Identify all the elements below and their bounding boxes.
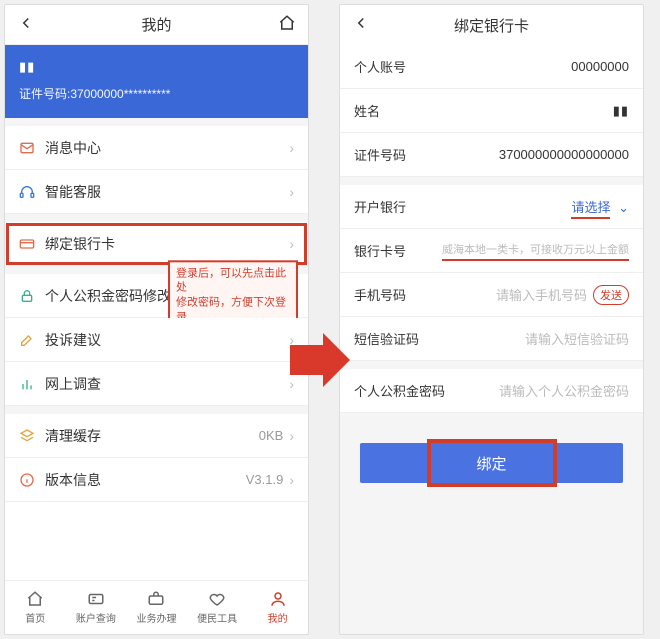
cache-value: 0KB [259,428,284,443]
field-fund-password[interactable]: 个人公积金密码 请输入个人公积金密码 [340,369,643,413]
row-clear-cache[interactable]: 清理缓存 0KB › [5,414,308,458]
home-icon[interactable] [278,14,296,36]
id-value: 370000000000000000 [499,147,629,162]
chevron-right-icon: › [289,184,294,200]
field-account: 个人账号 00000000 [340,45,643,89]
left-nav: 我的 [5,5,308,45]
left-nav-title: 我的 [35,14,278,35]
headset-icon [19,184,35,200]
sms-placeholder: 请输入短信验证码 [525,329,629,348]
info-icon [19,472,35,488]
chevron-down-icon: ⌄ [618,200,629,215]
bank-select-value: 请选择 [571,200,610,219]
row-version[interactable]: 版本信息 V3.1.9 › [5,458,308,502]
chevron-right-icon: › [289,236,294,252]
user-hero: ▮▮ 证件号码:37000000********** [5,45,308,118]
field-bank-select[interactable]: 开户银行 请选择 ⌄ [340,185,643,229]
field-sms-code[interactable]: 短信验证码 请输入短信验证码 [340,317,643,361]
user-icon [269,590,287,608]
edit-icon [19,332,35,348]
chevron-right-icon: › [289,140,294,156]
briefcase-icon [147,590,165,608]
layers-icon [19,428,35,444]
phone-left: 我的 ▮▮ 证件号码:37000000********** 消息中心 › 智能客… [4,4,309,635]
back-icon[interactable] [17,14,35,36]
fund-pwd-placeholder: 请输入个人公积金密码 [499,381,629,400]
chevron-right-icon: › [289,376,294,392]
field-phone[interactable]: 手机号码 请输入手机号码 发送 [340,273,643,317]
phone-placeholder: 请输入手机号码 [496,285,587,304]
right-nav-title: 绑定银行卡 [352,15,631,36]
account-value: 00000000 [571,59,629,74]
card-placeholder: 威海本地一类卡，可接收万元以上金额 [442,241,629,261]
house-icon [26,590,44,608]
mail-icon [19,140,35,156]
tab-home[interactable]: 首页 [5,581,66,634]
lock-icon [19,288,35,304]
field-card-number[interactable]: 银行卡号 威海本地一类卡，可接收万元以上金额 [340,229,643,273]
id-card-icon [87,590,105,608]
chevron-right-icon: › [289,472,294,488]
submit-button[interactable]: 绑定 [360,443,623,483]
send-sms-button[interactable]: 发送 [593,285,629,305]
field-name: 姓名 ▮▮ [340,89,643,133]
tab-bar: 首页 账户查询 业务办理 便民工具 我的 [5,580,308,634]
version-value: V3.1.9 [246,472,284,487]
tab-tools[interactable]: 便民工具 [187,581,248,634]
field-id-number: 证件号码 370000000000000000 [340,133,643,177]
card-icon [19,236,35,252]
row-smart-service[interactable]: 智能客服 › [5,170,308,214]
user-id-line: 证件号码:37000000********** [19,85,294,102]
right-nav: 绑定银行卡 [340,5,643,45]
tab-account[interactable]: 账户查询 [66,581,127,634]
chart-icon [19,376,35,392]
tab-mine[interactable]: 我的 [247,581,308,634]
row-message-center[interactable]: 消息中心 › [5,126,308,170]
phone-right: 绑定银行卡 个人账号 00000000 姓名 ▮▮ 证件号码 370000000… [339,4,644,635]
row-survey[interactable]: 网上调查 › [5,362,308,406]
heart-icon [208,590,226,608]
name-value-masked: ▮▮ [613,103,629,119]
chevron-right-icon: › [289,428,294,444]
row-change-password[interactable]: 个人公积金密码修改 登录后，可以先点击此处 修改密码，方便下次登录 [5,274,308,318]
chevron-right-icon: › [289,332,294,348]
row-feedback[interactable]: 投诉建议 › [5,318,308,362]
tab-business[interactable]: 业务办理 [126,581,187,634]
user-name-masked: ▮▮ [19,59,294,75]
